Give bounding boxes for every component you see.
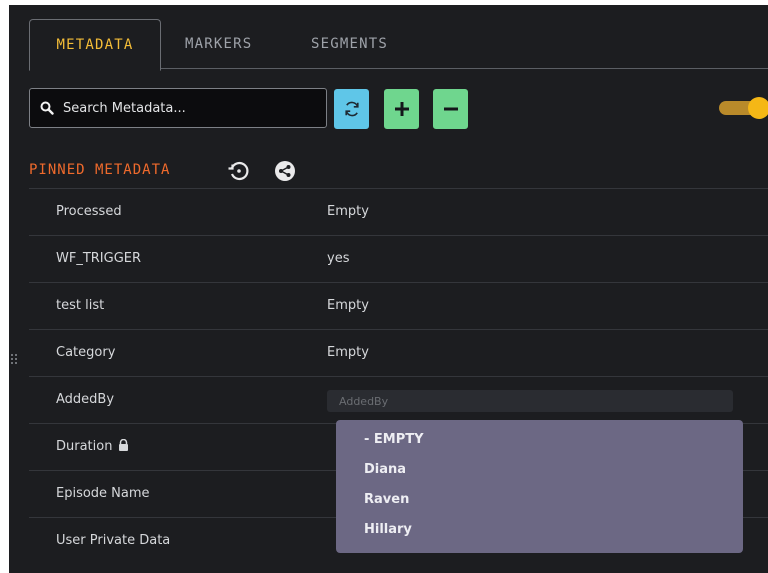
tab-markers[interactable]: MARKERS	[185, 19, 252, 69]
history-button[interactable]	[227, 160, 249, 182]
pinned-metadata-title: PINNED METADATA	[29, 162, 171, 178]
dropdown-option-hillary[interactable]: Hillary	[336, 519, 743, 549]
drag-handle-icon[interactable]	[9, 353, 19, 365]
row-label: Duration	[56, 438, 129, 455]
history-icon	[228, 161, 249, 181]
row-label: Category	[56, 345, 116, 360]
search-input[interactable]	[61, 99, 305, 117]
toggle-knob	[748, 97, 768, 119]
remove-button[interactable]	[433, 89, 468, 129]
row-label: WF_TRIGGER	[56, 251, 142, 266]
refresh-icon	[344, 101, 359, 117]
dropdown-option-diana[interactable]: Diana	[336, 459, 743, 489]
metadata-row-wf-trigger[interactable]: WF_TRIGGER yes	[29, 235, 768, 282]
row-label: test list	[56, 298, 105, 313]
metadata-row-processed[interactable]: Processed Empty	[29, 188, 768, 235]
dropdown-option-raven[interactable]: Raven	[336, 489, 743, 519]
top-edge	[9, 0, 768, 5]
metadata-row-addedby[interactable]: AddedBy	[29, 376, 768, 423]
add-button[interactable]	[384, 89, 419, 129]
row-value[interactable]: Empty	[327, 345, 369, 360]
tab-metadata[interactable]: METADATA	[29, 19, 161, 71]
search-icon	[40, 101, 54, 115]
row-label-text: Duration	[56, 439, 113, 454]
tab-segments[interactable]: SEGMENTS	[311, 19, 388, 69]
row-label: Processed	[56, 204, 122, 219]
metadata-panel: METADATA MARKERS SEGMENTS PINNED MET	[9, 0, 768, 573]
dropdown-option-empty[interactable]: - EMPTY	[336, 429, 743, 459]
row-value[interactable]: Empty	[327, 298, 369, 313]
search-box[interactable]	[29, 88, 327, 128]
refresh-button[interactable]	[334, 89, 369, 129]
lock-icon	[118, 438, 129, 455]
row-label: User Private Data	[56, 533, 171, 548]
share-button[interactable]	[274, 160, 296, 182]
toggle-switch[interactable]	[719, 97, 768, 119]
metadata-row-category[interactable]: Category Empty	[29, 329, 768, 376]
row-label: AddedBy	[56, 392, 115, 407]
plus-icon	[394, 102, 409, 116]
row-label: Episode Name	[56, 486, 150, 501]
minus-icon	[443, 107, 458, 111]
addedby-input[interactable]	[327, 390, 733, 412]
metadata-row-test-list[interactable]: test list Empty	[29, 282, 768, 329]
row-value[interactable]: yes	[327, 251, 349, 266]
share-icon	[275, 161, 295, 181]
addedby-dropdown: - EMPTY Diana Raven Hillary	[336, 420, 743, 553]
row-value[interactable]: Empty	[327, 204, 369, 219]
